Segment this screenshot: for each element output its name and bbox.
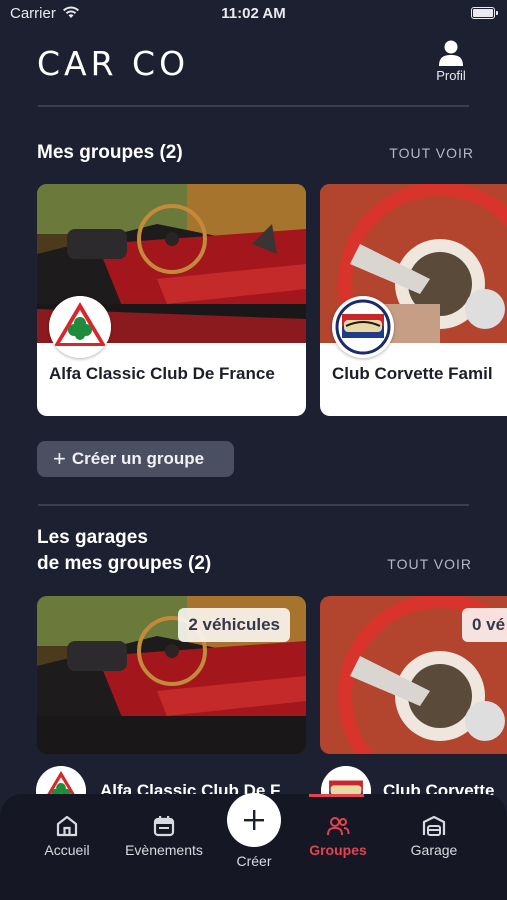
my-groups-see-all-link[interactable]: TOUT VOIR bbox=[389, 145, 474, 161]
tab-home[interactable]: Accueil bbox=[17, 814, 117, 858]
vehicle-count-badge: 0 vé bbox=[462, 608, 507, 642]
garage-card[interactable]: 0 vé bbox=[320, 596, 507, 754]
garages-title-line2: de mes groupes (2) bbox=[37, 553, 212, 574]
tab-groups[interactable]: Groupes bbox=[288, 814, 388, 858]
profile-button[interactable]: Profil bbox=[431, 40, 471, 83]
calendar-icon bbox=[153, 816, 175, 837]
create-group-label: Créer un groupe bbox=[71, 449, 205, 468]
clock: 11:02 AM bbox=[221, 5, 286, 22]
divider bbox=[38, 504, 469, 506]
tab-garage[interactable]: Garage bbox=[384, 814, 484, 858]
vehicle-count-badge: 2 véhicules bbox=[178, 608, 290, 642]
battery-icon bbox=[471, 7, 498, 19]
tab-events[interactable]: Evènements bbox=[114, 814, 214, 858]
group-card[interactable]: Alfa Classic Club De France bbox=[37, 184, 306, 416]
garages-title-line1: Les garages bbox=[37, 527, 148, 548]
active-tab-indicator bbox=[309, 794, 364, 797]
home-icon bbox=[56, 815, 78, 837]
user-icon bbox=[439, 40, 463, 66]
tab-garage-label: Garage bbox=[410, 842, 458, 858]
divider bbox=[38, 105, 469, 107]
group-name: Alfa Classic Club De France bbox=[49, 364, 275, 383]
garage-card[interactable]: 2 véhicules bbox=[37, 596, 306, 754]
create-group-button[interactable]: + Créer un groupe bbox=[37, 441, 234, 477]
alfa-cloverleaf-logo bbox=[49, 296, 111, 358]
profile-label: Profil bbox=[436, 68, 466, 83]
groups-icon bbox=[327, 817, 350, 836]
tab-groups-label: Groupes bbox=[309, 842, 367, 858]
garage-icon bbox=[422, 815, 446, 836]
group-name: Club Corvette Famil bbox=[332, 364, 493, 383]
my-groups-title: Mes groupes (2) bbox=[37, 142, 183, 163]
app-logo: CAR CO bbox=[37, 44, 190, 83]
plus-icon: + bbox=[53, 446, 66, 471]
corvette-family-logo bbox=[332, 296, 394, 358]
group-card[interactable]: Club Corvette Famil bbox=[320, 184, 507, 416]
garages-title: Les garages de mes groupes (2) bbox=[37, 525, 211, 577]
create-button-label: Créer bbox=[236, 853, 272, 869]
garages-see-all-link[interactable]: TOUT VOIR bbox=[387, 556, 472, 572]
plus-icon bbox=[244, 810, 264, 830]
tab-home-label: Accueil bbox=[44, 842, 90, 858]
tab-events-label: Evènements bbox=[125, 842, 203, 858]
status-bar: Carrier 11:02 AM bbox=[0, 0, 507, 28]
create-button[interactable] bbox=[227, 793, 281, 847]
